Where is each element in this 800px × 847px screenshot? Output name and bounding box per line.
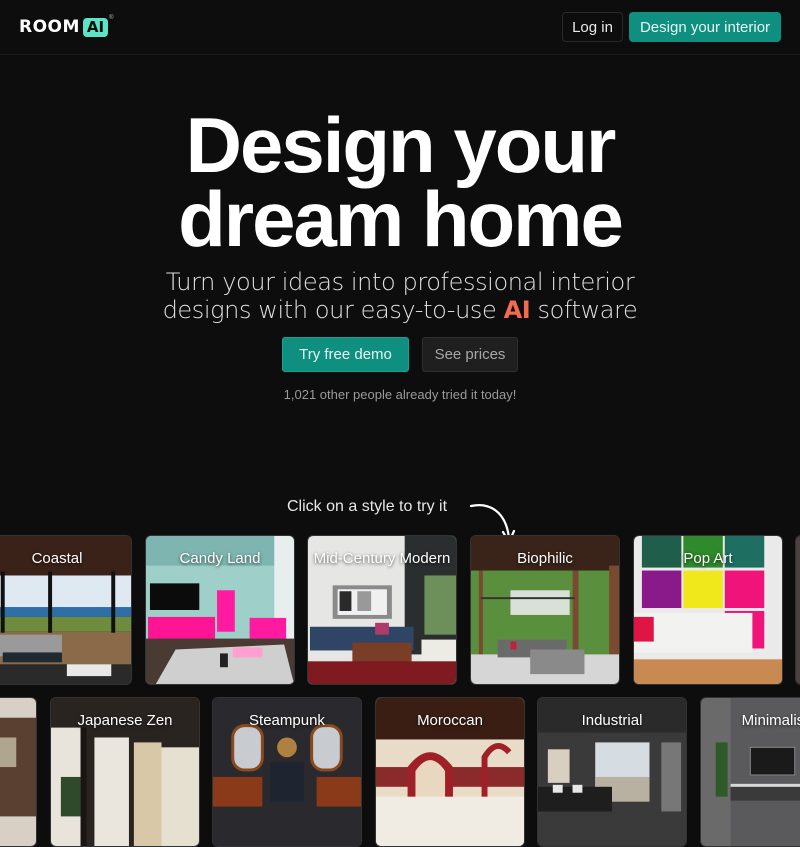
login-button[interactable]: Log in <box>562 12 623 42</box>
style-card-partial[interactable] <box>795 535 800 685</box>
see-prices-button[interactable]: See prices <box>422 337 518 372</box>
style-image <box>0 698 36 846</box>
style-label: Candy Land <box>179 550 261 567</box>
style-card-biophilic[interactable]: Biophilic <box>470 535 620 685</box>
style-image <box>796 536 800 684</box>
style-hint-text: Click on a style to try it <box>287 498 448 515</box>
hero-title: Design your dream home <box>0 106 800 258</box>
hero-subtitle: Turn your ideas into professional interi… <box>0 268 800 324</box>
logo-ai-badge: AI <box>82 17 109 37</box>
style-label: Minimalist <box>741 712 800 729</box>
style-label: Moroccan <box>417 712 483 729</box>
style-card-japanese-zen[interactable]: Japanese Zen <box>50 697 200 847</box>
style-label: Steampunk <box>249 712 325 729</box>
style-card-coastal[interactable]: Coastal <box>0 535 132 685</box>
style-card-mid-century-modern[interactable]: Mid-Century Modern <box>307 535 457 685</box>
style-card-industrial[interactable]: Industrial <box>537 697 687 847</box>
style-card-pop-art[interactable]: Pop Art <box>633 535 783 685</box>
hero-subtitle-line1: Turn your ideas into professional interi… <box>165 268 635 296</box>
style-card-minimalist[interactable]: Minimalist <box>700 697 800 847</box>
hero-title-line2: dream home <box>178 175 624 263</box>
logo-text: ROOM <box>19 17 80 37</box>
logo[interactable]: ROOM AI ® <box>19 15 114 37</box>
registered-mark: ® <box>109 15 114 21</box>
social-proof-text: 1,021 other people already tried it toda… <box>283 387 517 402</box>
hero-subtitle-post: software <box>530 296 638 324</box>
style-card-candy-land[interactable]: Candy Land <box>145 535 295 685</box>
style-label: Pop Art <box>683 550 733 567</box>
try-free-demo-button[interactable]: Try free demo <box>282 337 409 372</box>
style-label: Mid-Century Modern <box>313 550 451 567</box>
top-navbar: ROOM AI ® Log in Design your interior <box>0 0 800 55</box>
style-card-partial-left[interactable] <box>0 697 37 847</box>
ai-highlight: AI <box>503 296 531 324</box>
style-card-moroccan[interactable]: Moroccan <box>375 697 525 847</box>
style-label: Biophilic <box>517 550 573 567</box>
style-label: Industrial <box>581 712 643 729</box>
style-card-steampunk[interactable]: Steampunk <box>212 697 362 847</box>
design-interior-button[interactable]: Design your interior <box>629 12 781 42</box>
hero-subtitle-pre: designs with our easy-to-use <box>162 296 504 324</box>
style-label: Japanese Zen <box>77 712 173 729</box>
style-label: Coastal <box>31 550 83 567</box>
